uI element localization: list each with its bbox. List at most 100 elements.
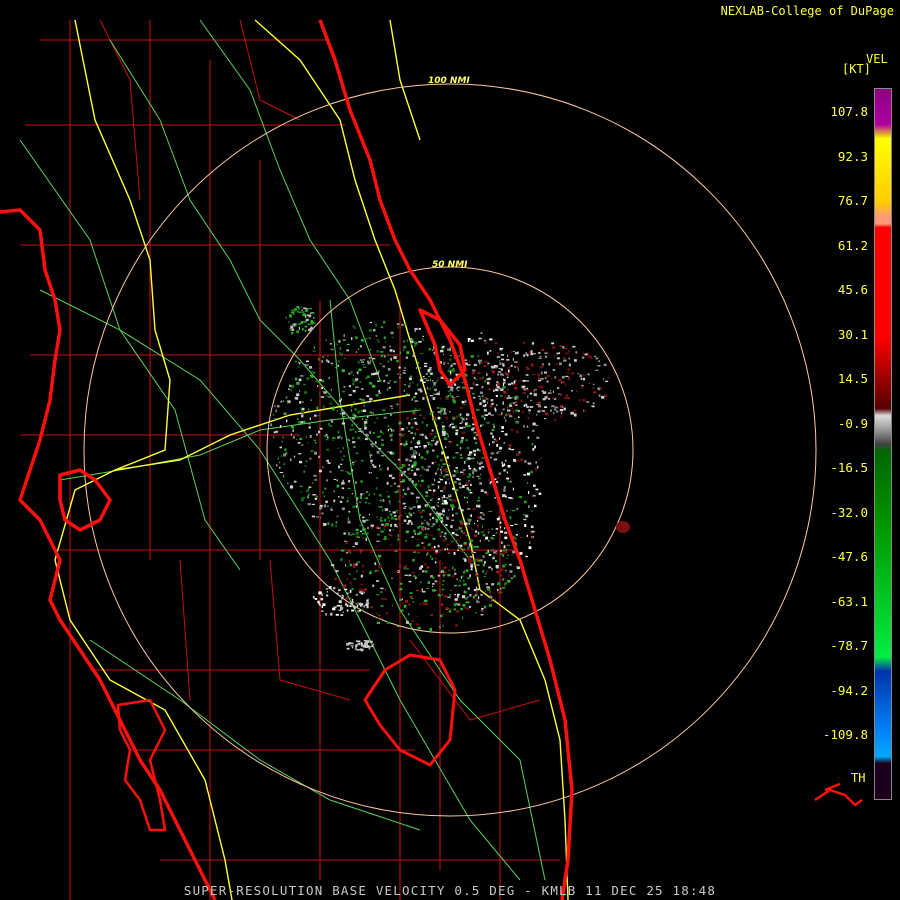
radar-return-pixel (565, 352, 569, 354)
radar-return-pixel (429, 378, 431, 382)
radar-return-pixel (326, 479, 329, 482)
radar-return-pixel (492, 583, 495, 586)
radar-return-pixel (314, 442, 317, 444)
radar-return-pixel (350, 645, 354, 647)
radar-return-pixel (527, 396, 529, 398)
radar-return-pixel (488, 540, 490, 542)
radar-return-pixel (559, 411, 562, 413)
radar-return-pixel (307, 495, 309, 499)
radar-return-pixel (342, 584, 347, 588)
radar-return-pixel (582, 374, 585, 376)
radar-return-pixel (314, 497, 318, 500)
radar-return-pixel (318, 358, 320, 361)
radar-return-pixel (529, 406, 534, 408)
radar-return-pixel (415, 446, 418, 448)
radar-return-pixel (411, 620, 415, 622)
radar-return-pixel (461, 421, 463, 423)
radar-return-pixel (507, 383, 511, 386)
radar-return-pixel (484, 561, 486, 564)
radar-return-pixel (481, 457, 485, 459)
radar-return-pixel (460, 526, 463, 529)
radar-return-pixel (496, 451, 499, 455)
radar-return-pixel (388, 510, 391, 513)
radar-return-pixel (416, 501, 418, 503)
radar-return-pixel (467, 518, 470, 522)
radar-return-pixel (476, 448, 479, 451)
radar-return-pixel (441, 451, 444, 455)
radar-return-pixel (484, 491, 487, 494)
radar-return-pixel (424, 535, 428, 539)
radar-return-pixel (477, 572, 479, 575)
radar-return-pixel (371, 399, 374, 402)
radar-return-pixel (431, 440, 435, 442)
radar-return-pixel (470, 528, 474, 531)
radar-return-pixel (356, 561, 360, 563)
radar-return-pixel (348, 385, 351, 388)
radar-return-pixel (520, 399, 523, 402)
radar-return-pixel (426, 492, 428, 494)
radar-return-pixel (318, 430, 321, 434)
radar-return-pixel (365, 603, 369, 606)
radar-return-pixel (595, 369, 599, 371)
radar-return-pixel (515, 534, 518, 536)
radar-return-pixel (483, 365, 487, 367)
radar-return-pixel (364, 438, 368, 441)
radar-return-pixel (481, 387, 483, 390)
radar-return-pixel (459, 422, 462, 424)
radar-return-pixel (448, 482, 450, 484)
radar-return-pixel (376, 580, 379, 582)
radar-return-pixel (452, 514, 454, 517)
radar-return-pixel (595, 357, 599, 360)
radar-return-pixel (427, 527, 430, 530)
radar-return-pixel (346, 578, 349, 581)
radar-return-pixel (286, 419, 288, 423)
radar-return-pixel (338, 465, 340, 469)
radar-return-pixel (593, 391, 597, 394)
radar-return-pixel (486, 421, 490, 424)
radar-return-pixel (484, 339, 487, 342)
radar-return-pixel (531, 536, 533, 539)
radar-return-pixel (477, 516, 480, 519)
radar-return-pixel (425, 373, 428, 375)
radar-return-pixel (437, 502, 439, 504)
radar-return-pixel (556, 410, 559, 413)
colorbar-tick: 92.3 (837, 148, 868, 164)
radar-return-pixel (362, 533, 366, 535)
radar-return-pixel (400, 442, 403, 446)
radar-return-pixel (504, 550, 507, 553)
radar-return-pixel (432, 438, 434, 440)
radar-return-pixel (560, 416, 562, 419)
radar-return-pixel (414, 407, 417, 410)
radar-return-pixel (387, 354, 390, 356)
radar-return-pixel (389, 544, 392, 546)
radar-return-pixel (360, 345, 362, 348)
radar-return-pixel (440, 349, 444, 353)
radar-return-pixel (480, 614, 484, 616)
radar-return-pixel (484, 575, 486, 578)
radar-return-pixel (478, 477, 481, 480)
radar-return-pixel (380, 605, 384, 607)
radar-return-pixel (475, 612, 477, 614)
radar-return-pixel (390, 414, 392, 417)
radar-return-pixel (307, 441, 309, 444)
radar-return-pixel (338, 496, 340, 498)
interstate-highways (54, 19, 569, 900)
radar-return-pixel (420, 581, 422, 584)
radar-return-pixel (552, 369, 556, 371)
radar-return-pixel (465, 425, 469, 428)
radar-return-pixel (411, 597, 413, 600)
radar-return-pixel (369, 382, 373, 385)
radar-return-pixel (369, 322, 372, 324)
radar-return-pixel (426, 587, 429, 589)
radar-return-pixel (506, 397, 509, 400)
radar-return-pixel (340, 607, 344, 610)
radar-return-pixel (405, 600, 408, 603)
radar-return-pixel (343, 532, 346, 535)
radar-return-pixel (523, 388, 527, 391)
radar-return-pixel (346, 592, 350, 594)
radar-return-pixel (462, 532, 466, 535)
radar-return-pixel (430, 535, 433, 537)
radar-return-pixel (565, 384, 567, 386)
radar-return-pixel (287, 482, 289, 485)
radar-return-pixel (436, 424, 438, 427)
